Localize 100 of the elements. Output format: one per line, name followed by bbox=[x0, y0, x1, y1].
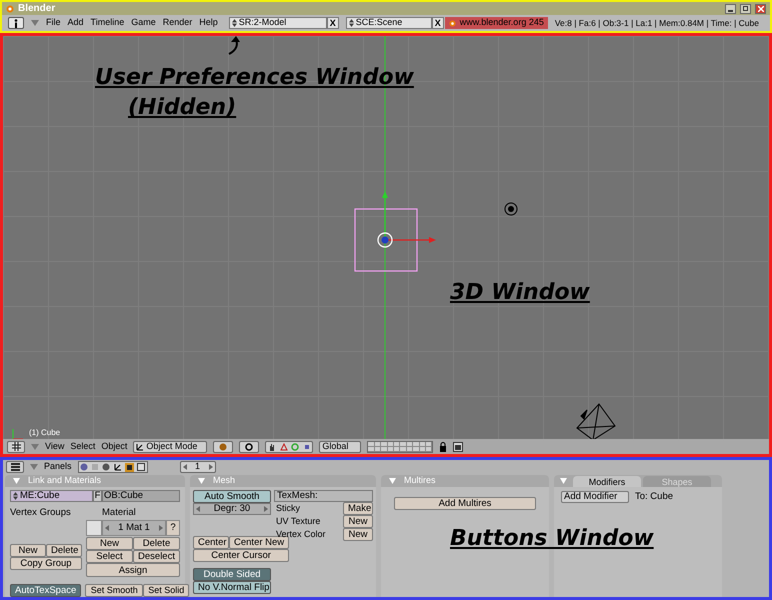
menu-item[interactable]: File bbox=[46, 16, 61, 30]
screen-selector[interactable]: SR:2-Model bbox=[228, 17, 327, 30]
menu-item[interactable]: Add bbox=[68, 16, 84, 30]
object-name-field[interactable]: OB:Cube bbox=[102, 490, 180, 502]
cube-outline[interactable] bbox=[354, 208, 418, 272]
section-label: Material bbox=[101, 506, 137, 518]
collapse-triangle-icon[interactable] bbox=[389, 478, 396, 484]
menu-item[interactable]: Help bbox=[199, 16, 218, 30]
panels-label: Panels bbox=[44, 460, 72, 474]
grid-icon bbox=[12, 442, 20, 451]
layer-buttons[interactable] bbox=[367, 440, 434, 452]
pivot-selector[interactable] bbox=[239, 440, 260, 452]
left-arrow-icon[interactable] bbox=[182, 464, 187, 470]
add-modifier-button[interactable]: Add Modifier bbox=[561, 491, 629, 504]
button[interactable]: Select bbox=[86, 550, 133, 563]
menu-item[interactable]: Timeline bbox=[90, 16, 124, 30]
mode-selector[interactable]: Object Mode bbox=[133, 440, 208, 452]
button[interactable]: Add Multires bbox=[394, 497, 536, 510]
axis-gizmo-icon bbox=[12, 428, 24, 439]
degree-field[interactable]: Degr: 30 bbox=[193, 503, 271, 515]
sphere-icon[interactable] bbox=[102, 463, 110, 471]
scene-stats: Ve:8 | Fa:6 | Ob:3-1 | La:1 | Mem:0.84M | Time: | Cube bbox=[554, 16, 759, 30]
toggle-button[interactable]: Auto Smooth bbox=[193, 490, 271, 503]
collapse-triangle-icon[interactable] bbox=[560, 478, 567, 484]
panel-title: Link and Materials bbox=[28, 474, 102, 488]
panel-title: Mesh bbox=[213, 474, 236, 488]
info-icon bbox=[14, 18, 18, 28]
camera-drawing[interactable] bbox=[576, 404, 616, 439]
button[interactable]: Make bbox=[343, 502, 373, 515]
toggle-button[interactable]: AutoTexSpace bbox=[10, 584, 82, 597]
toggle-button[interactable]: Double Sided bbox=[193, 568, 271, 581]
collapse-triangle-icon[interactable] bbox=[13, 478, 20, 484]
up-down-arrows-icon[interactable] bbox=[232, 19, 237, 28]
button[interactable]: Center bbox=[193, 536, 229, 549]
button[interactable]: Assign bbox=[86, 563, 180, 577]
context-tabs[interactable] bbox=[78, 461, 148, 473]
collapse-triangle-icon[interactable] bbox=[31, 20, 39, 26]
right-arrow-icon[interactable] bbox=[208, 464, 213, 470]
modifier-target: To: Cube bbox=[635, 490, 674, 504]
button[interactable]: Center Cursor bbox=[193, 549, 290, 562]
render-icon[interactable] bbox=[453, 442, 464, 452]
editor-type-selector[interactable] bbox=[6, 461, 24, 473]
circle-icon[interactable] bbox=[80, 463, 88, 471]
menu-item[interactable]: View bbox=[45, 440, 64, 454]
material-selector[interactable]: 1 Mat 1 bbox=[102, 520, 166, 536]
button[interactable]: New bbox=[343, 528, 373, 541]
shading-icon bbox=[219, 442, 228, 450]
close-button[interactable] bbox=[755, 4, 766, 14]
mesh-name-field[interactable]: ME:Cube bbox=[10, 490, 93, 502]
button[interactable]: Center New bbox=[229, 536, 290, 549]
button[interactable]: Copy Group bbox=[10, 557, 82, 570]
menu-item[interactable]: Game bbox=[131, 16, 156, 30]
axes-icon[interactable] bbox=[114, 463, 122, 471]
button[interactable]: Delete bbox=[133, 537, 180, 550]
texmesh-field[interactable]: TexMesh: bbox=[274, 490, 373, 502]
draw-type-selector[interactable] bbox=[213, 440, 234, 452]
option-label: Sticky bbox=[276, 502, 300, 515]
up-down-arrows-icon[interactable] bbox=[13, 492, 18, 500]
clear-scene-button[interactable]: X bbox=[432, 17, 444, 30]
panel-tab[interactable]: Modifiers bbox=[573, 476, 641, 487]
menu-item[interactable]: Select bbox=[70, 440, 96, 454]
button[interactable]: New bbox=[343, 515, 373, 528]
panel-title: Multires bbox=[404, 474, 436, 488]
left-arrow-icon[interactable] bbox=[105, 525, 109, 531]
menu-item[interactable]: Object bbox=[101, 440, 128, 454]
manipulator-toggles[interactable] bbox=[265, 440, 314, 452]
button[interactable]: New bbox=[86, 537, 133, 550]
render-icon[interactable] bbox=[136, 463, 145, 471]
ring-icon bbox=[291, 442, 300, 450]
scene-selector[interactable]: SCE:Scene bbox=[346, 17, 432, 30]
editor-type-selector[interactable] bbox=[7, 440, 25, 452]
button[interactable]: Deselect bbox=[133, 550, 180, 563]
help-button[interactable]: ? bbox=[166, 520, 180, 536]
transform-manipulator[interactable] bbox=[377, 191, 436, 248]
minimize-button[interactable] bbox=[725, 4, 736, 14]
clear-screen-button[interactable]: X bbox=[326, 17, 339, 30]
material-swatch[interactable] bbox=[86, 520, 102, 536]
button[interactable]: Delete bbox=[46, 544, 82, 557]
right-arrow-icon[interactable] bbox=[264, 506, 268, 512]
button[interactable]: New bbox=[10, 544, 46, 557]
up-down-arrows-icon[interactable] bbox=[348, 19, 354, 28]
hand-icon bbox=[268, 442, 276, 450]
button[interactable]: Set Smooth bbox=[85, 584, 144, 597]
lamp-icon[interactable] bbox=[504, 202, 518, 216]
square-icon bbox=[302, 442, 311, 450]
fake-user-button[interactable]: F bbox=[93, 490, 102, 502]
version-label: www.blender.org 245 bbox=[444, 17, 548, 30]
annotation-label: Buttons Window bbox=[450, 525, 654, 553]
left-arrow-icon[interactable] bbox=[196, 506, 200, 512]
editing-icon[interactable] bbox=[124, 462, 134, 472]
orientation-selector[interactable]: Global bbox=[319, 440, 362, 452]
toggle-button[interactable]: No V.Normal Flip bbox=[193, 581, 271, 594]
collapse-triangle-icon[interactable] bbox=[198, 478, 205, 484]
menu-item[interactable]: Render bbox=[162, 16, 192, 30]
maximize-button[interactable] bbox=[740, 4, 751, 14]
lock-icon[interactable] bbox=[439, 442, 448, 452]
editor-type-selector[interactable] bbox=[8, 17, 24, 30]
frame-field[interactable]: 1 bbox=[180, 461, 216, 473]
button[interactable]: Set Solid bbox=[143, 584, 190, 597]
right-arrow-icon[interactable] bbox=[159, 525, 163, 531]
